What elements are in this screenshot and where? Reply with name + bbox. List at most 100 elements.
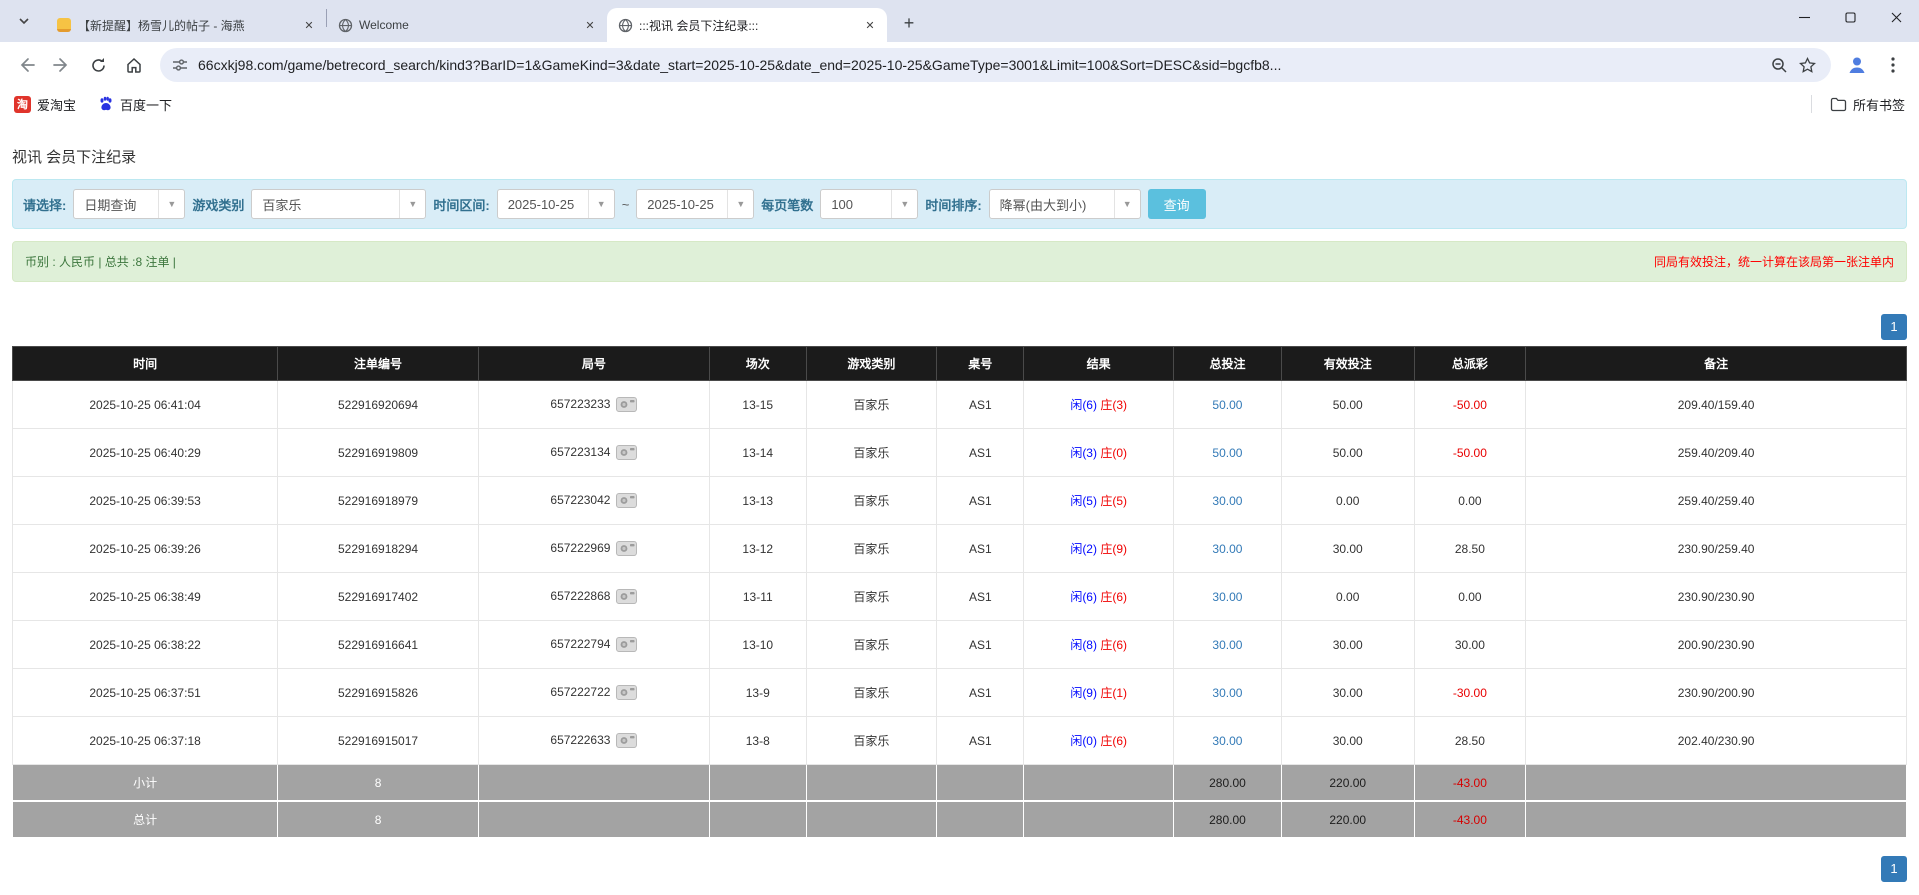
cell-total-bet[interactable]: 30.00 [1173,717,1281,765]
cell-total-bet[interactable]: 30.00 [1173,669,1281,717]
back-button[interactable] [10,49,42,81]
cell-valid-bet: 0.00 [1281,573,1414,621]
cell-total-bet[interactable]: 30.00 [1173,573,1281,621]
tab-close-icon[interactable]: ✕ [861,16,879,34]
sort-select[interactable]: 降幂(由大到小) ▼ [989,189,1141,219]
cell-valid-bet: 0.00 [1281,477,1414,525]
address-bar[interactable]: 66cxkj98.com/game/betrecord_search/kind3… [160,48,1831,82]
close-button[interactable] [1873,0,1919,34]
table-body: 2025-10-25 06:41:04 522916920694 6572232… [13,381,1907,765]
per-page-label: 每页笔数 [761,195,813,214]
video-icon[interactable] [616,493,637,508]
cell-remark: 230.90/230.90 [1526,573,1907,621]
profile-avatar[interactable] [1841,49,1873,81]
maximize-button[interactable] [1827,0,1873,34]
menu-button[interactable] [1877,49,1909,81]
minimize-button[interactable] [1781,0,1827,34]
video-icon[interactable] [616,589,637,604]
page-1-button[interactable]: 1 [1881,314,1907,340]
cell-valid-bet: 50.00 [1281,429,1414,477]
cell-total-bet[interactable]: 30.00 [1173,477,1281,525]
cell-total-bet[interactable]: 50.00 [1173,381,1281,429]
total-count: 8 [278,801,479,838]
tab-title: 【新提醒】杨雪儿的帖子 - 海燕 [78,17,294,34]
star-icon [1799,57,1816,74]
cell-remark: 209.40/159.40 [1526,381,1907,429]
col-result: 结果 [1024,347,1174,381]
cell-valid-bet: 30.00 [1281,669,1414,717]
bookmark-taobao[interactable]: 淘 爱淘宝 [14,95,76,114]
col-bet-id: 注单编号 [278,347,479,381]
page-1-button[interactable]: 1 [1881,856,1907,882]
video-icon[interactable] [616,637,637,652]
date-start-select[interactable]: 2025-10-25 ▼ [497,189,615,219]
video-icon[interactable] [616,685,637,700]
col-time: 时间 [13,347,278,381]
bookmark-star-button[interactable] [1793,51,1821,79]
cell-session: 13-14 [709,429,806,477]
all-bookmarks[interactable]: 所有书签 [1811,95,1905,114]
cell-round-id: 657223134 [478,429,709,477]
tab-welcome[interactable]: Welcome ✕ [327,8,607,42]
reload-button[interactable] [82,49,114,81]
tab-title: Welcome [359,18,575,32]
baidu-paw-icon [98,96,114,112]
cell-payout: -50.00 [1414,381,1526,429]
tab-betrecord[interactable]: :::视讯 会员下注纪录::: ✕ [607,8,887,42]
tilde-separator: ~ [622,197,630,212]
cell-payout: 30.00 [1414,621,1526,669]
kebab-menu-icon [1891,57,1895,73]
col-remark: 备注 [1526,347,1907,381]
tab-forum[interactable]: 【新提醒】杨雪儿的帖子 - 海燕 ✕ [46,8,326,42]
globe-icon [337,17,353,33]
cell-total-bet[interactable]: 30.00 [1173,525,1281,573]
table-row: 2025-10-25 06:40:29 522916919809 6572231… [13,429,1907,477]
video-icon[interactable] [616,397,637,412]
zoom-indicator-button[interactable] [1765,51,1793,79]
video-icon[interactable] [616,541,637,556]
per-page-select[interactable]: 100 ▼ [820,189,918,219]
total-valid-bet: 220.00 [1281,801,1414,838]
subtotal-total-bet: 280.00 [1173,765,1281,802]
cell-session: 13-12 [709,525,806,573]
table-row: 2025-10-25 06:39:53 522916918979 6572230… [13,477,1907,525]
cell-bet-id: 522916917402 [278,573,479,621]
cell-total-bet[interactable]: 50.00 [1173,429,1281,477]
bookmark-baidu[interactable]: 百度一下 [98,95,172,114]
cell-valid-bet: 50.00 [1281,381,1414,429]
tab-search-button[interactable] [10,7,38,35]
cell-game: 百家乐 [806,381,937,429]
cell-result: 闲(8) 庄(6) [1024,621,1174,669]
url-text[interactable]: 66cxkj98.com/game/betrecord_search/kind3… [198,57,1765,73]
search-button[interactable]: 查询 [1148,189,1206,219]
cell-remark: 259.40/209.40 [1526,429,1907,477]
cell-result: 闲(6) 庄(3) [1024,381,1174,429]
forward-button[interactable] [46,49,78,81]
new-tab-button[interactable]: + [895,9,923,37]
chevron-down-icon: ▼ [727,190,753,218]
currency-summary: 币别 : 人民币 | 总共 :8 注单 | [25,253,176,270]
cell-result: 闲(0) 庄(6) [1024,717,1174,765]
home-button[interactable] [118,49,150,81]
total-total-bet: 280.00 [1173,801,1281,838]
cell-time: 2025-10-25 06:41:04 [13,381,278,429]
cell-total-bet[interactable]: 30.00 [1173,621,1281,669]
col-total-bet: 总投注 [1173,347,1281,381]
game-kind-select[interactable]: 百家乐 ▼ [251,189,426,219]
cell-session: 13-8 [709,717,806,765]
tab-close-icon[interactable]: ✕ [581,16,599,34]
tab-strip: 【新提醒】杨雪儿的帖子 - 海燕 ✕ Welcome ✕ :::视讯 会员下注纪… [0,0,1919,42]
cell-result: 闲(3) 庄(0) [1024,429,1174,477]
globe-icon [617,17,633,33]
tab-close-icon[interactable]: ✕ [300,16,318,34]
video-icon[interactable] [616,733,637,748]
cell-valid-bet: 30.00 [1281,717,1414,765]
arrow-right-icon [53,56,71,74]
bet-records-table: 时间 注单编号 局号 场次 游戏类别 桌号 结果 总投注 有效投注 总派彩 备注… [12,346,1907,838]
cell-remark: 230.90/259.40 [1526,525,1907,573]
date-end-select[interactable]: 2025-10-25 ▼ [636,189,754,219]
subtotal-row: 小计 8 280.00 220.00 -43.00 [13,765,1907,802]
cell-bet-id: 522916920694 [278,381,479,429]
video-icon[interactable] [616,445,637,460]
query-type-select[interactable]: 日期查询 ▼ [73,189,185,219]
